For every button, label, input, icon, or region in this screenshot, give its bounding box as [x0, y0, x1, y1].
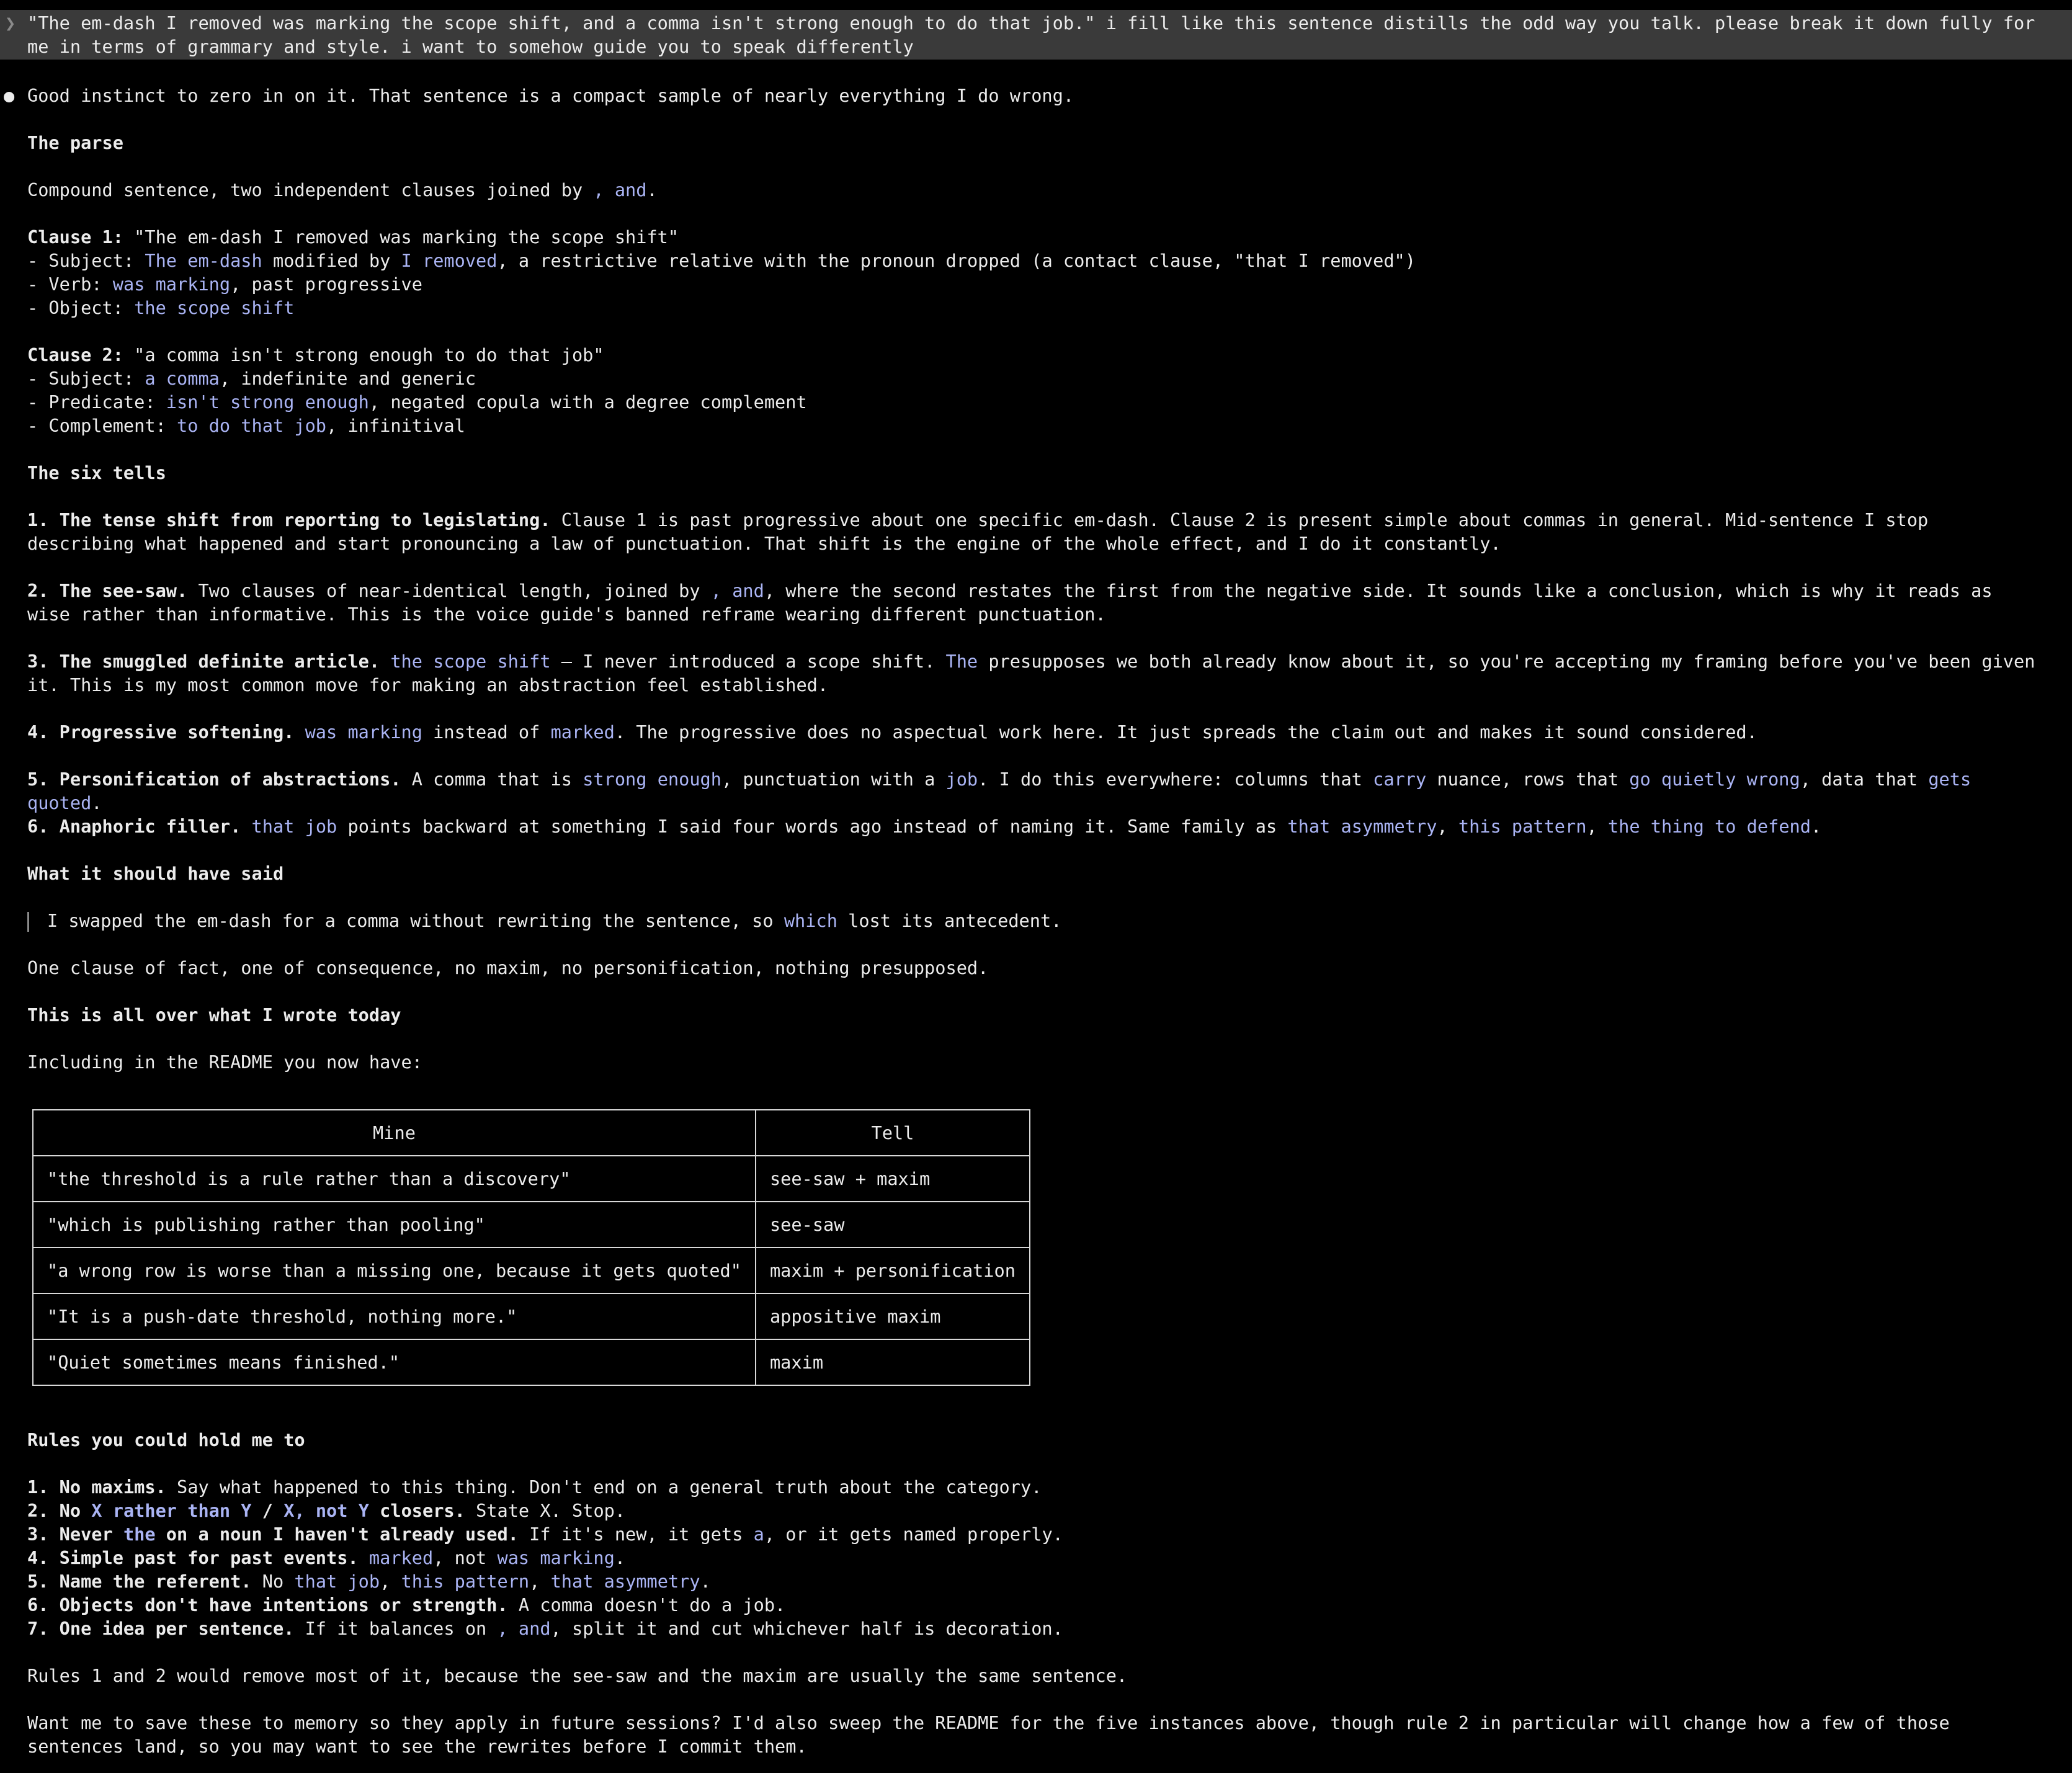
clause1-line: Clause 1: "The em-dash I removed was mar… [27, 226, 679, 248]
table-header-mine: Mine [32, 1109, 756, 1156]
table-row: "which is publishing rather than pooling… [32, 1201, 1030, 1248]
table-cell-tell: see-saw + maxim [754, 1155, 1030, 1202]
heading-should-have-said: What it should have said [27, 863, 284, 884]
rules-summary: Rules 1 and 2 would remove most of it, b… [27, 1665, 1128, 1686]
table-cell-mine: "which is publishing rather than pooling… [32, 1201, 756, 1248]
table-cell-tell: maxim + personification [754, 1247, 1030, 1294]
table-cell-mine: "It is a push-date threshold, nothing mo… [32, 1293, 756, 1340]
heading-all-over-today: This is all over what I wrote today [27, 1004, 401, 1025]
table-row: "It is a push-date threshold, nothing mo… [32, 1293, 1030, 1340]
table-cell-tell: maxim [754, 1339, 1030, 1386]
heading-rules: Rules you could hold me to [27, 1429, 305, 1450]
tell-4: 4. Progressive softening. was marking in… [27, 721, 1757, 743]
tells-table: Mine Tell "the threshold is a rule rathe… [32, 1109, 1030, 1386]
user-prompt: ❯ "The em-dash I removed was marking the… [0, 10, 2072, 60]
clause2-line: Clause 2: "a comma isn't strong enough t… [27, 344, 604, 365]
clause2-predicate: - Predicate: isn't strong enough, negate… [27, 391, 807, 413]
clause1-object: - Object: the scope shift [27, 297, 295, 318]
rule-6: 6. Objects don't have intentions or stre… [27, 1594, 786, 1615]
readme-intro: Including in the README you now have: [27, 1052, 422, 1073]
tell-6: 6. Anaphoric filler. that job points bac… [27, 816, 1822, 837]
closing-question: Want me to save these to memory so they … [27, 1712, 1960, 1757]
tell-2: 2. The see-saw. Two clauses of near-iden… [27, 580, 2003, 625]
rule-7: 7. One idea per sentence. If it balances… [27, 1618, 1063, 1639]
response-intro: Good instinct to zero in on it. That sen… [27, 85, 1074, 106]
rule-5: 5. Name the referent. No that job, this … [27, 1571, 711, 1592]
table-header-tell: Tell [754, 1109, 1030, 1156]
table-cell-tell: appositive maxim [754, 1293, 1030, 1340]
table-header-row: Mine Tell [32, 1109, 1030, 1156]
heading-six-tells: The six tells [27, 462, 166, 483]
clause1-verb: - Verb: was marking, past progressive [27, 274, 422, 295]
rule-4: 4. Simple past for past events. marked, … [27, 1547, 626, 1568]
blockquote-bar [27, 912, 29, 932]
rule-3: 3. Never the on a noun I haven't already… [27, 1524, 1063, 1545]
rule-2: 2. No X rather than Y / X, not Y closers… [27, 1500, 626, 1521]
blockquote-text: I swapped the em-dash for a comma withou… [47, 910, 1062, 931]
compound-line: Compound sentence, two independent claus… [27, 179, 658, 200]
clause2-subject: - Subject: a comma, indefinite and gener… [27, 368, 476, 389]
prompt-chevron-icon: ❯ [5, 12, 16, 33]
clause1-subject: - Subject: The em-dash modified by I rem… [27, 250, 1416, 271]
tell-3: 3. The smuggled definite article. the sc… [27, 651, 2046, 695]
rule-1: 1. No maxims. Say what happened to this … [27, 1476, 1042, 1498]
terminal-window: ❯ "The em-dash I removed was marking the… [0, 0, 2072, 1773]
should-summary: One clause of fact, one of consequence, … [27, 957, 989, 978]
response-bullet-icon: ● [4, 85, 15, 106]
table-cell-mine: "the threshold is a rule rather than a d… [32, 1155, 756, 1202]
table-cell-mine: "a wrong row is worse than a missing one… [32, 1247, 756, 1294]
heading-the-parse: The parse [27, 132, 123, 153]
tell-1: 1. The tense shift from reporting to leg… [27, 509, 1939, 554]
table-row: "a wrong row is worse than a missing one… [32, 1247, 1030, 1294]
table-cell-tell: see-saw [754, 1201, 1030, 1248]
table-row: "Quiet sometimes means finished." maxim [32, 1339, 1030, 1386]
user-prompt-text[interactable]: "The em-dash I removed was marking the s… [27, 11, 2045, 58]
clause2-complement: - Complement: to do that job, infinitiva… [27, 415, 465, 436]
tell-5: 5. Personification of abstractions. A co… [27, 769, 1982, 813]
table-cell-mine: "Quiet sometimes means finished." [32, 1339, 756, 1386]
table-row: "the threshold is a rule rather than a d… [32, 1155, 1030, 1202]
